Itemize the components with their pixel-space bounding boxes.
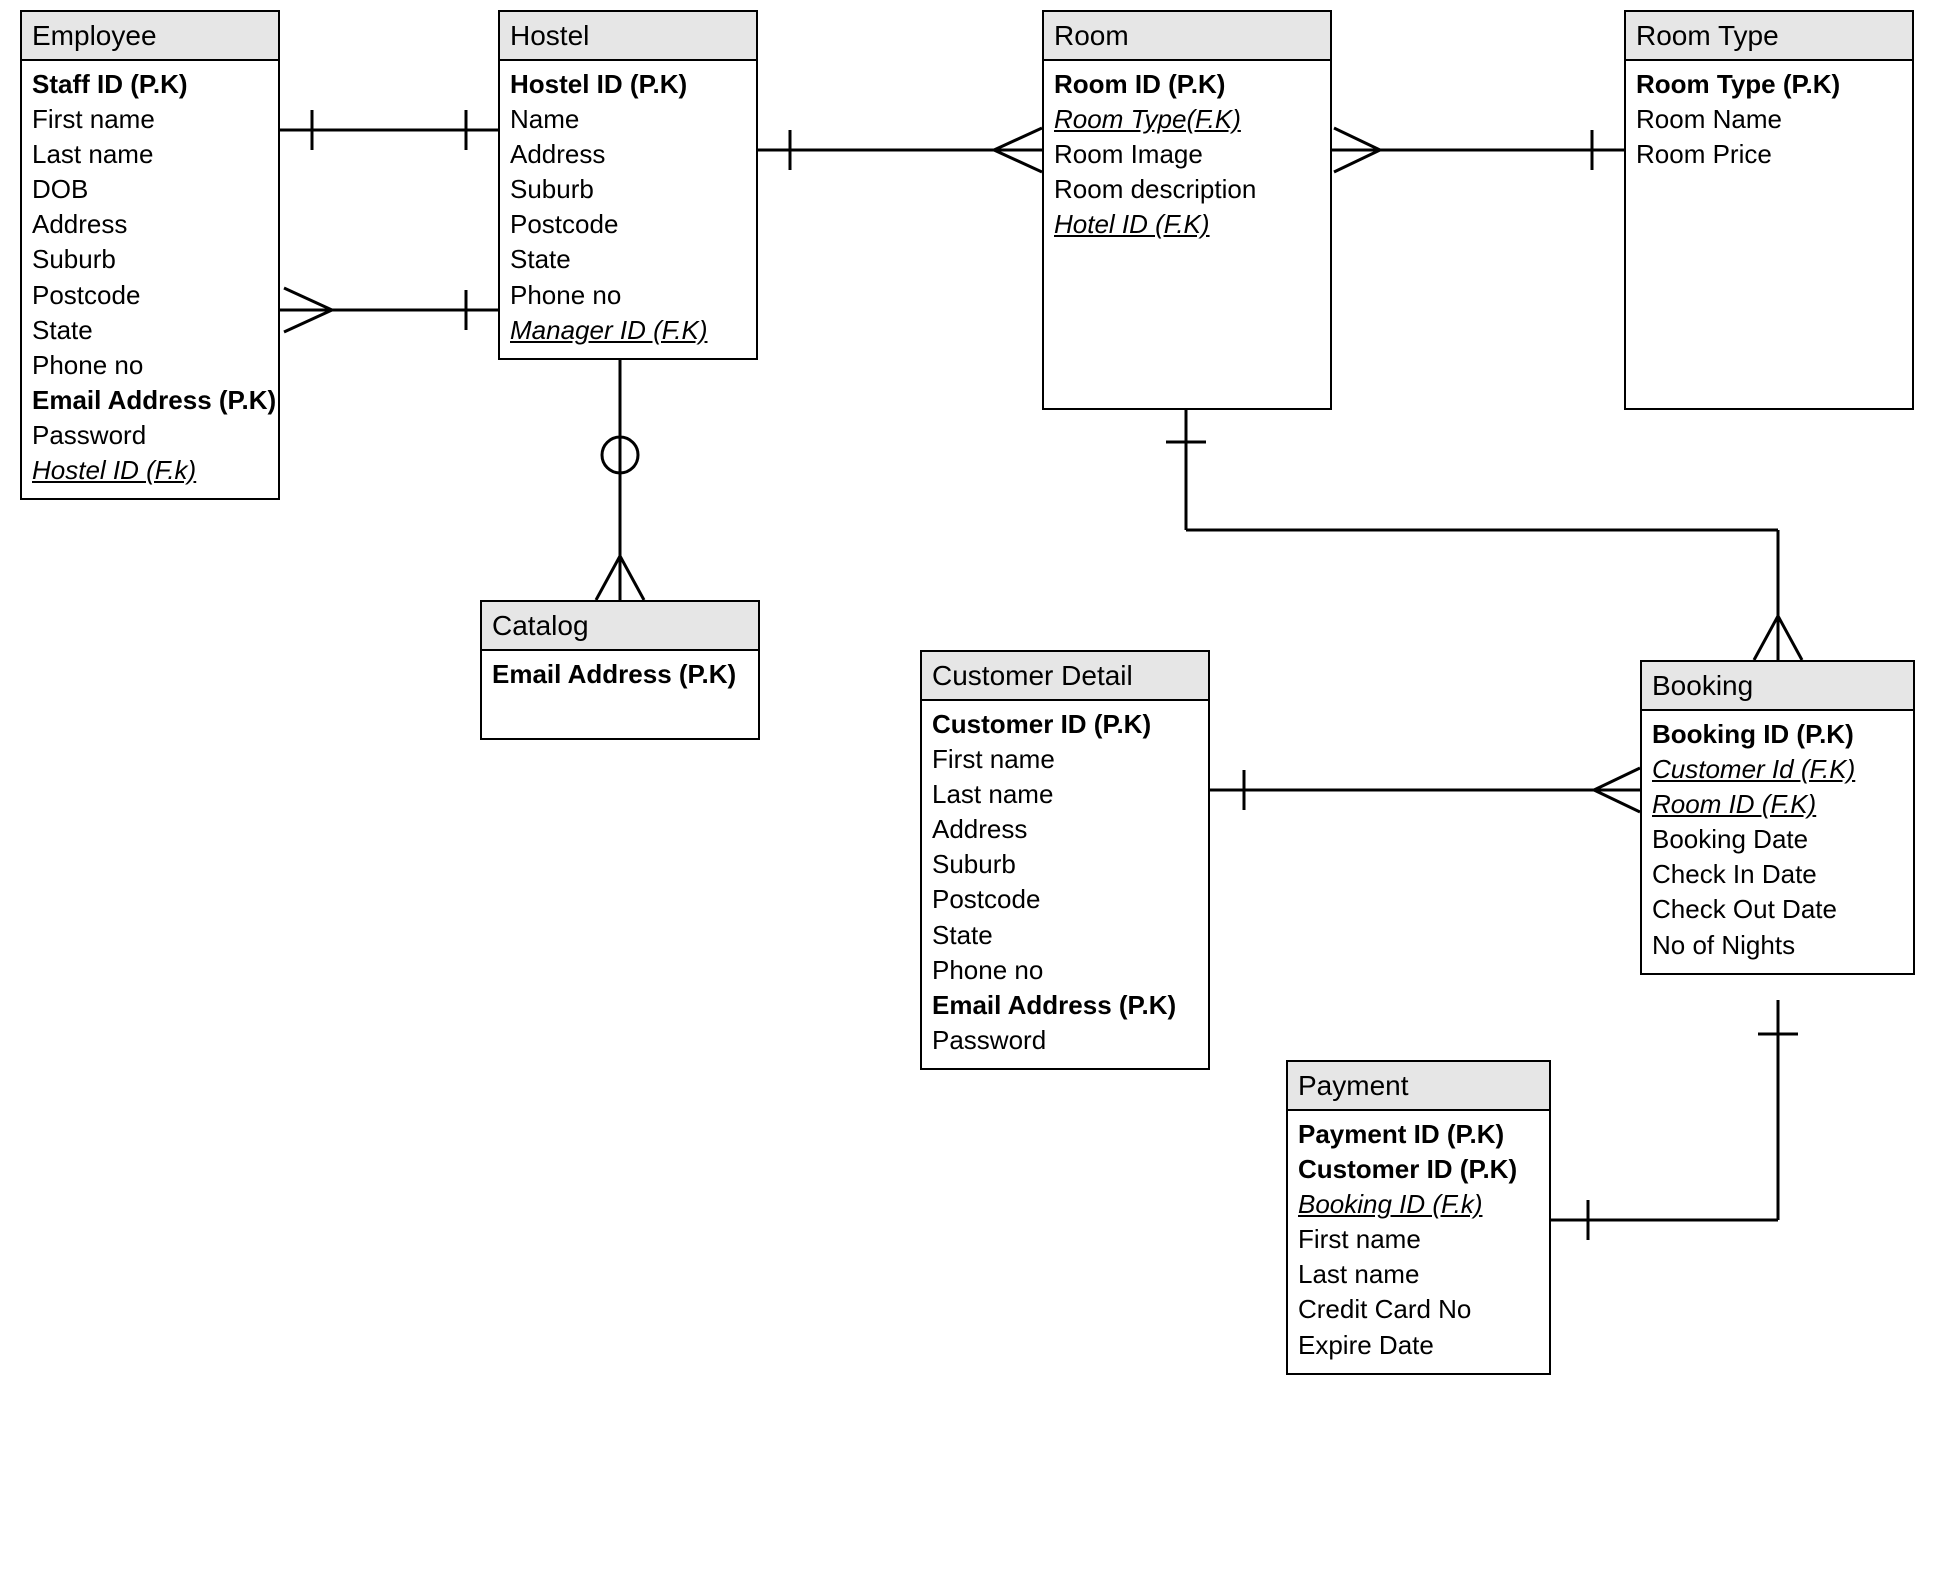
entity-customer-body: Customer ID (P.K)First nameLast nameAddr… bbox=[922, 701, 1208, 1068]
er-diagram: Employee Staff ID (P.K)First nameLast na… bbox=[0, 0, 1952, 1573]
attr-payment-4: Last name bbox=[1298, 1257, 1539, 1292]
entity-payment: Payment Payment ID (P.K)Customer ID (P.K… bbox=[1286, 1060, 1551, 1375]
entity-catalog-header: Catalog bbox=[482, 602, 758, 651]
attr-room-2: Room Image bbox=[1054, 137, 1320, 172]
attr-hostel-7: Manager ID (F.K) bbox=[510, 313, 746, 348]
attr-customer-7: Phone no bbox=[932, 953, 1198, 988]
entity-booking-header: Booking bbox=[1642, 662, 1913, 711]
attr-booking-2: Room ID (F.K) bbox=[1652, 787, 1903, 822]
attr-hostel-0: Hostel ID (P.K) bbox=[510, 67, 746, 102]
attr-employee-11: Hostel ID (F.k) bbox=[32, 453, 268, 488]
attr-employee-8: Phone no bbox=[32, 348, 268, 383]
attr-employee-6: Postcode bbox=[32, 278, 268, 313]
entity-hostel-header: Hostel bbox=[500, 12, 756, 61]
attr-hostel-3: Suburb bbox=[510, 172, 746, 207]
attr-customer-2: Last name bbox=[932, 777, 1198, 812]
entity-booking: Booking Booking ID (P.K)Customer Id (F.K… bbox=[1640, 660, 1915, 975]
attr-payment-0: Payment ID (P.K) bbox=[1298, 1117, 1539, 1152]
attr-roomtype-0: Room Type (P.K) bbox=[1636, 67, 1902, 102]
attr-employee-9: Email Address (P.K) bbox=[32, 383, 268, 418]
entity-roomtype-header: Room Type bbox=[1626, 12, 1912, 61]
attr-employee-7: State bbox=[32, 313, 268, 348]
attr-employee-3: DOB bbox=[32, 172, 268, 207]
attr-hostel-5: State bbox=[510, 242, 746, 277]
entity-employee-header: Employee bbox=[22, 12, 278, 61]
entity-hostel: Hostel Hostel ID (P.K)NameAddressSuburbP… bbox=[498, 10, 758, 360]
attr-customer-8: Email Address (P.K) bbox=[932, 988, 1198, 1023]
attr-payment-6: Expire Date bbox=[1298, 1328, 1539, 1363]
attr-employee-4: Address bbox=[32, 207, 268, 242]
entity-room-header: Room bbox=[1044, 12, 1330, 61]
attr-employee-1: First name bbox=[32, 102, 268, 137]
attr-customer-5: Postcode bbox=[932, 882, 1198, 917]
entity-employee: Employee Staff ID (P.K)First nameLast na… bbox=[20, 10, 280, 500]
attr-hostel-1: Name bbox=[510, 102, 746, 137]
entity-room-body: Room ID (P.K)Room Type(F.K)Room ImageRoo… bbox=[1044, 61, 1330, 252]
entity-employee-body: Staff ID (P.K)First nameLast nameDOBAddr… bbox=[22, 61, 278, 498]
attr-customer-9: Password bbox=[932, 1023, 1198, 1058]
entity-roomtype: Room Type Room Type (P.K)Room NameRoom P… bbox=[1624, 10, 1914, 410]
attr-booking-6: No of Nights bbox=[1652, 928, 1903, 963]
attr-booking-5: Check Out Date bbox=[1652, 892, 1903, 927]
attr-room-3: Room description bbox=[1054, 172, 1320, 207]
attr-employee-10: Password bbox=[32, 418, 268, 453]
attr-room-0: Room ID (P.K) bbox=[1054, 67, 1320, 102]
attr-employee-5: Suburb bbox=[32, 242, 268, 277]
entity-roomtype-body: Room Type (P.K)Room NameRoom Price bbox=[1626, 61, 1912, 182]
attr-hostel-2: Address bbox=[510, 137, 746, 172]
entity-hostel-body: Hostel ID (P.K)NameAddressSuburbPostcode… bbox=[500, 61, 756, 358]
attr-roomtype-1: Room Name bbox=[1636, 102, 1902, 137]
entity-customer-header: Customer Detail bbox=[922, 652, 1208, 701]
attr-employee-0: Staff ID (P.K) bbox=[32, 67, 268, 102]
entity-catalog: Catalog Email Address (P.K) bbox=[480, 600, 760, 740]
attr-booking-0: Booking ID (P.K) bbox=[1652, 717, 1903, 752]
entity-payment-header: Payment bbox=[1288, 1062, 1549, 1111]
attr-hostel-6: Phone no bbox=[510, 278, 746, 313]
entity-customer: Customer Detail Customer ID (P.K)First n… bbox=[920, 650, 1210, 1070]
attr-room-1: Room Type(F.K) bbox=[1054, 102, 1320, 137]
entity-catalog-body: Email Address (P.K) bbox=[482, 651, 758, 702]
attr-booking-4: Check In Date bbox=[1652, 857, 1903, 892]
attr-customer-3: Address bbox=[932, 812, 1198, 847]
attr-roomtype-2: Room Price bbox=[1636, 137, 1902, 172]
attr-customer-6: State bbox=[932, 918, 1198, 953]
attr-customer-1: First name bbox=[932, 742, 1198, 777]
attr-payment-1: Customer ID (P.K) bbox=[1298, 1152, 1539, 1187]
attr-payment-3: First name bbox=[1298, 1222, 1539, 1257]
entity-booking-body: Booking ID (P.K)Customer Id (F.K)Room ID… bbox=[1642, 711, 1913, 973]
entity-room: Room Room ID (P.K)Room Type(F.K)Room Ima… bbox=[1042, 10, 1332, 410]
attr-booking-1: Customer Id (F.K) bbox=[1652, 752, 1903, 787]
attr-payment-2: Booking ID (F.k) bbox=[1298, 1187, 1539, 1222]
attr-customer-4: Suburb bbox=[932, 847, 1198, 882]
attr-booking-3: Booking Date bbox=[1652, 822, 1903, 857]
attr-hostel-4: Postcode bbox=[510, 207, 746, 242]
attr-employee-2: Last name bbox=[32, 137, 268, 172]
attr-room-4: Hotel ID (F.K) bbox=[1054, 207, 1320, 242]
attr-customer-0: Customer ID (P.K) bbox=[932, 707, 1198, 742]
entity-payment-body: Payment ID (P.K)Customer ID (P.K)Booking… bbox=[1288, 1111, 1549, 1373]
attr-payment-5: Credit Card No bbox=[1298, 1292, 1539, 1327]
attr-catalog-0: Email Address (P.K) bbox=[492, 657, 748, 692]
